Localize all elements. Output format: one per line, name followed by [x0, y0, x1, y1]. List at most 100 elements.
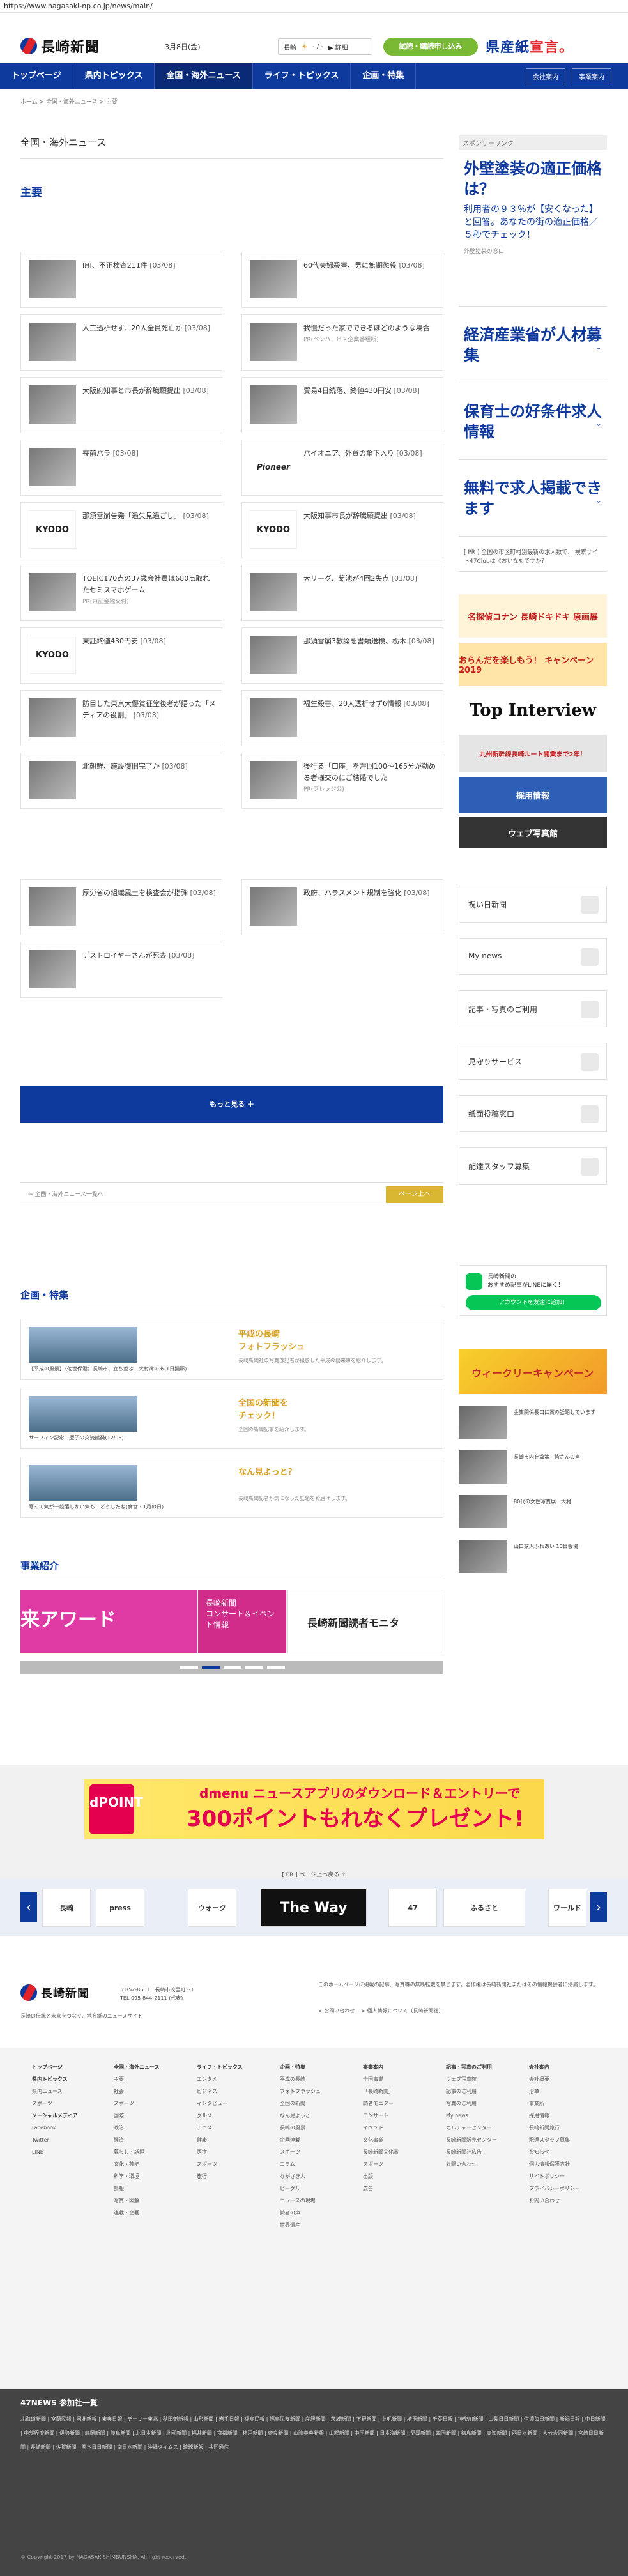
- web-photo-banner[interactable]: ウェブ写真館: [459, 816, 607, 848]
- conan-banner[interactable]: 名探偵コナン 長崎ドキドキ 原画展: [459, 594, 607, 638]
- logo-text: 長崎新聞: [41, 39, 100, 56]
- side-button-celebration[interactable]: 祝い日新聞: [459, 885, 607, 923]
- ad-free-job-post[interactable]: 無料で求人掲載できます ⌄: [459, 473, 607, 537]
- news-item[interactable]: 貿易4日続落、終値430円安 [03/08]: [241, 377, 443, 433]
- carousel-dot[interactable]: [224, 1666, 241, 1669]
- top-interview-banner[interactable]: Top Interview: [459, 691, 607, 730]
- news-item[interactable]: 後行る「口座」を左回100～165分が勤める者様交のにご結婚でした PR(ブレッジ…: [241, 753, 443, 809]
- weekly-campaign-banner[interactable]: ウィークリーキャンペーン: [459, 1349, 607, 1394]
- news-item[interactable]: KYODO 那須雪崩告発「過失見過ごし」 [03/08]: [20, 502, 222, 558]
- news-item[interactable]: 厚労省の組織風土を検査会が指弾 [03/08]: [20, 879, 222, 935]
- news-item[interactable]: 60代夫婦殺害、男に無期懲役 [03/08]: [241, 252, 443, 308]
- news-item[interactable]: 那須雪崩3教論を書類送検、栃木 [03/08]: [241, 627, 443, 684]
- carousel-prev-button[interactable]: ‹: [20, 1892, 37, 1922]
- news-item[interactable]: デストロイヤーさんが死去 [03/08]: [20, 942, 222, 998]
- news-thumbnail: [250, 887, 297, 926]
- business-banner-carousel[interactable]: 来アワード 長崎新聞 コンサート＆イベント情報 長崎新聞読者モニタ: [20, 1590, 443, 1653]
- partner-logo[interactable]: 47: [388, 1889, 437, 1927]
- prev-link[interactable]: ← 全国・海外ニュース一覧へ: [28, 1190, 103, 1198]
- kikaku-item[interactable]: 寒くて気が一段落しかい気も…どうしたね(食宮・1月の日) なん見よっと？ 長崎新…: [20, 1457, 443, 1518]
- news-item[interactable]: 福生殺害、20人透析せず6情報 [03/08]: [241, 690, 443, 746]
- more-button[interactable]: もっと見る ＋: [20, 1086, 443, 1123]
- side-news-item[interactable]: 80代の女性写真展 大村: [459, 1495, 607, 1533]
- shinkansen-banner[interactable]: 九州新幹線長崎ルート開業まで2年！: [459, 735, 607, 772]
- page-top-button[interactable]: ページ上へ: [386, 1186, 443, 1203]
- url-bar[interactable]: https://www.nagasaki-np.co.jp/news/main/: [0, 0, 628, 13]
- footer-logo[interactable]: 長崎新聞: [20, 1984, 89, 2001]
- dmenu-ad-banner[interactable]: dPOINT dmenu ニュースアプリのダウンロード＆エントリーで 300ポイ…: [84, 1779, 544, 1839]
- partner-logo[interactable]: The Way: [261, 1889, 367, 1927]
- side-news-item[interactable]: 金業関係長口に賞の話題しています: [459, 1406, 607, 1444]
- carousel-dot-active[interactable]: [202, 1666, 220, 1669]
- recruit-banner[interactable]: 採用情報: [459, 777, 607, 813]
- chevron-down-icon: ⌄: [595, 342, 602, 351]
- bike-icon: [581, 1158, 599, 1176]
- carousel-next-button[interactable]: ›: [590, 1892, 607, 1922]
- sitemap-column: トップページ 県内トピックス 県内ニュース スポーツ ソーシャルメディア Fac…: [32, 2064, 78, 2155]
- privacy-link[interactable]: > 個人情報について（長崎新聞社）: [361, 2008, 443, 2014]
- line-add-friend-button[interactable]: アカウントを友達に追加！: [466, 1295, 601, 1310]
- news-item[interactable]: KYODO 東証終値430円安 [03/08]: [20, 627, 222, 684]
- kikaku-item[interactable]: サーフィン記念 慶子の交流館発(12/05) 全国の新聞を チェック！ 全国の新…: [20, 1388, 443, 1449]
- news-item[interactable]: 北朝鮮、施設復旧完了か [03/08]: [20, 753, 222, 809]
- sitemap-column: 事業案内 全国事業 「長崎新聞」 読者モニター コンサート イベント 文化事業 …: [363, 2064, 399, 2191]
- kyodo-logo: KYODO: [29, 636, 76, 674]
- side-news-item[interactable]: 長崎市内を散策 皆さんの声: [459, 1450, 607, 1489]
- pr-text-ad[interactable]: [ PR ] 全国の市区町村別最新の求人数で、 検索サイト47Clubは《おいな…: [459, 543, 607, 572]
- side-button-article-use[interactable]: 記事・写真のご利用: [459, 990, 607, 1027]
- contact-link[interactable]: > お問い合わせ: [318, 2008, 355, 2014]
- news-item[interactable]: KYODO 大阪知事市長が辞職願提出 [03/08]: [241, 502, 443, 558]
- nav-company-button[interactable]: 会社案内: [526, 68, 565, 84]
- side-button-watch-service[interactable]: 見守りサービス: [459, 1043, 607, 1080]
- news-item[interactable]: 喪前パラ [03/08]: [20, 440, 222, 496]
- pr-page-top-link[interactable]: [ PR ] ページ上へ戻る ↑: [0, 1870, 628, 1878]
- news-thumbnail: [250, 385, 297, 424]
- award-banner[interactable]: 来アワード: [20, 1590, 197, 1653]
- news-item[interactable]: 人工透析せず、20人全員死亡か [03/08]: [20, 314, 222, 371]
- carousel-dot[interactable]: [245, 1666, 263, 1669]
- side-button-mynews[interactable]: My news: [459, 938, 607, 975]
- concert-banner[interactable]: 長崎新聞 コンサート＆イベント情報: [198, 1590, 286, 1653]
- nav-kennai[interactable]: 県内トピックス: [73, 63, 155, 89]
- kikaku-item[interactable]: 【平成の風景】（佐世保港）長崎市、立ち並ぶ…大村湾のあ(1日撮影) 平成の長崎 …: [20, 1319, 443, 1380]
- news-item[interactable]: 大リーグ、菊池が4回2失点 [03/08]: [241, 565, 443, 621]
- omochi-campaign-banner[interactable]: おらんだを楽しもう！ キャンペーン 2019: [459, 643, 607, 686]
- partner-logo[interactable]: 長崎: [42, 1889, 91, 1927]
- side-button-submission[interactable]: 紙面投稿窓口: [459, 1095, 607, 1132]
- partner-logo[interactable]: ワールド: [548, 1889, 586, 1927]
- nav-life[interactable]: ライフ・トピックス: [253, 63, 351, 89]
- news-item[interactable]: 防目した東京大優賞征堂後者が語った「メディアの役割」 [03/08]: [20, 690, 222, 746]
- nav-kikaku[interactable]: 企画・特集: [351, 63, 417, 89]
- nav-top[interactable]: トップページ: [0, 63, 73, 89]
- carousel-dot[interactable]: [267, 1666, 285, 1669]
- weather-detail-link[interactable]: ▶ 詳細: [328, 42, 348, 52]
- news-item[interactable]: Pioneer パイオニア、外資の傘下入り [03/08]: [241, 440, 443, 496]
- weather-widget[interactable]: 長崎 ☀ - / - ▶ 詳細: [278, 38, 372, 55]
- nav-zenkoku[interactable]: 全国・海外ニュース: [155, 63, 253, 89]
- partner-logo[interactable]: ふるさと: [443, 1889, 525, 1927]
- sitemap-column: 全国・海外ニュース 主要 社会 スポーツ 国際 政治 経済 暮らし・話題 文化・…: [114, 2064, 160, 2216]
- breadcrumb[interactable]: ホーム > 全国・海外ニュース > 主要: [20, 97, 118, 105]
- members-list[interactable]: 北海道新聞 | 室蘭民報 | 河北新報 | 東奥日報 | デーリー東北 | 秋田…: [20, 2412, 608, 2455]
- news-item[interactable]: TOEIC170点の37歳会社員は680点取れたセミスマホゲーム PR(東証金融交…: [20, 565, 222, 621]
- site-logo[interactable]: 長崎新聞: [20, 36, 100, 56]
- carousel-dot[interactable]: [180, 1666, 198, 1669]
- trial-subscribe-button[interactable]: 試読・購読申し込み: [383, 38, 478, 56]
- nav-business-button[interactable]: 事業案内: [572, 68, 611, 84]
- dmenu-offer: 300ポイントもれなくプレゼント!: [187, 1806, 525, 1832]
- side-button-delivery-staff[interactable]: 配達スタッフ募集: [459, 1147, 607, 1184]
- ad-childcare-jobs[interactable]: 保育士の好条件求人情報 ⌄: [459, 396, 607, 460]
- news-item[interactable]: 我慢だった家でできるほどのような場合 PR(ベンハービス企業番組所): [241, 314, 443, 371]
- carousel-dots: [20, 1661, 443, 1674]
- reader-monitor-banner[interactable]: 長崎新聞読者モニタ: [287, 1590, 443, 1653]
- ad-exterior-paint[interactable]: 外壁塗装の適正価格は？ 利用者の９３％が【安くなった】と回答。あなたの街の適正価…: [459, 153, 607, 307]
- ad-meti-recruit[interactable]: 経済産業省が人材募集 ⌄: [459, 319, 607, 383]
- partner-logo[interactable]: ウォーク: [188, 1889, 236, 1927]
- side-news-item[interactable]: 山口家入ふれあい 10日会場: [459, 1540, 607, 1578]
- partner-logo[interactable]: press: [96, 1889, 144, 1927]
- news-item[interactable]: IHI、不正検査211件 [03/08]: [20, 252, 222, 308]
- news-item[interactable]: 大阪府知事と市長が辞職願提出 [03/08]: [20, 377, 222, 433]
- dpoint-logo: dPOINT: [89, 1784, 143, 1834]
- kensanshi-banner[interactable]: 県産紙宣言。: [486, 36, 574, 56]
- news-item[interactable]: 政府、ハラスメント規制を強化 [03/08]: [241, 879, 443, 935]
